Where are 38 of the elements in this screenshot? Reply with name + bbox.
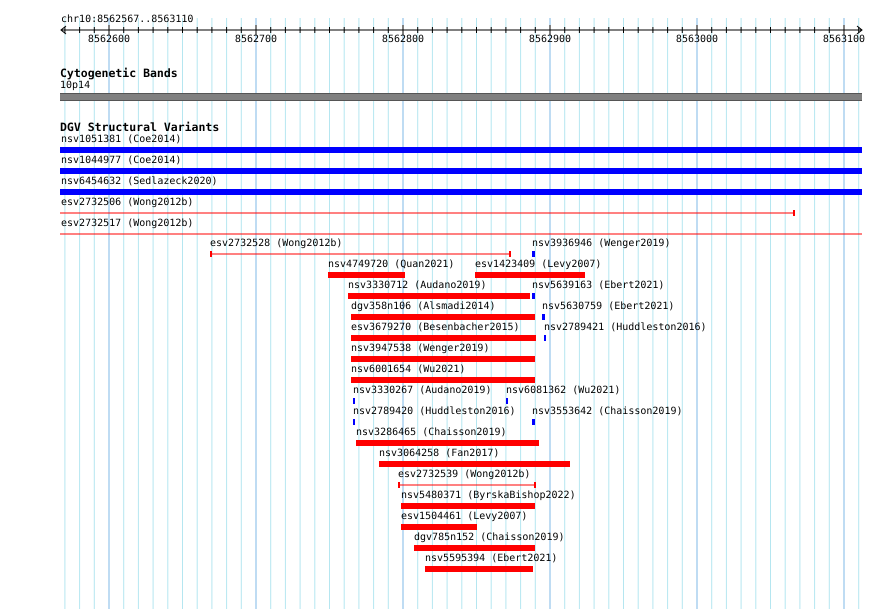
variant-label: nsv1051381 (Coe2014) xyxy=(61,134,182,146)
tick-label: 8562700 xyxy=(234,34,278,46)
tick-label: 8562800 xyxy=(382,34,424,46)
variant-label: esv1504461 (Levy2007) xyxy=(401,511,528,523)
variant-label: nsv3936946 (Wenger2019) xyxy=(532,238,670,250)
variant-label: esv2732528 (Wong2012b) xyxy=(210,238,342,250)
variant-label: nsv3947538 (Wenger2019) xyxy=(351,343,490,355)
variant-label: nsv2789421 (Huddleston2016) xyxy=(544,322,707,334)
variant-label: nsv2789420 (Huddleston2016) xyxy=(353,406,516,418)
variant-label: esv1423409 (Levy2007) xyxy=(475,259,602,271)
track-title: DGV Structural Variants xyxy=(60,121,220,134)
tick-label: 8562900 xyxy=(528,34,572,46)
variant-label: esv2732506 (Wong2012b) xyxy=(61,197,194,209)
variant-label: nsv3553642 (Chaisson2019) xyxy=(532,406,683,418)
variant-label: nsv3064258 (Fan2017) xyxy=(379,448,500,460)
variant-label: nsv5595394 (Ebert2021) xyxy=(425,553,558,565)
variant-label: nsv3330712 (Audano2019) xyxy=(348,280,486,292)
variant-label: nsv6081362 (Wu2021) xyxy=(506,385,620,397)
variant-label: nsv5639163 (Ebert2021) xyxy=(532,280,664,292)
variant-label: nsv5480371 (ByrskaBishop2022) xyxy=(401,490,576,502)
track-title: Cytogenetic Bands xyxy=(60,67,178,80)
tick-label: 8562600 xyxy=(88,34,130,46)
variant-label: nsv5630759 (Ebert2021) xyxy=(542,301,674,313)
variant-label: dgv785n152 (Chaisson2019) xyxy=(414,532,565,544)
tick-label: 8563100 xyxy=(822,34,866,46)
location-label: chr10:8562567..8563110 xyxy=(61,14,194,26)
tick-label: 8563000 xyxy=(676,34,718,46)
variant-label: nsv6454632 (Sedlazeck2020) xyxy=(61,176,218,188)
variant-label: nsv1044977 (Coe2014) xyxy=(61,155,182,167)
variant-label: esv3679270 (Besenbacher2015) xyxy=(351,322,520,334)
variant-label: esv2732539 (Wong2012b) xyxy=(398,469,530,481)
variant-label: dgv358n106 (Alsmadi2014) xyxy=(351,301,496,313)
band-label: 10p14 xyxy=(60,80,90,92)
variant-label: esv2732517 (Wong2012b) xyxy=(61,218,194,230)
variant-label: nsv3286465 (Chaisson2019) xyxy=(356,427,507,439)
variant-label: nsv3330267 (Audano2019) xyxy=(353,385,492,397)
variant-label: nsv4749720 (Quan2021) xyxy=(328,259,454,271)
variant-label: nsv6001654 (Wu2021) xyxy=(351,364,466,376)
